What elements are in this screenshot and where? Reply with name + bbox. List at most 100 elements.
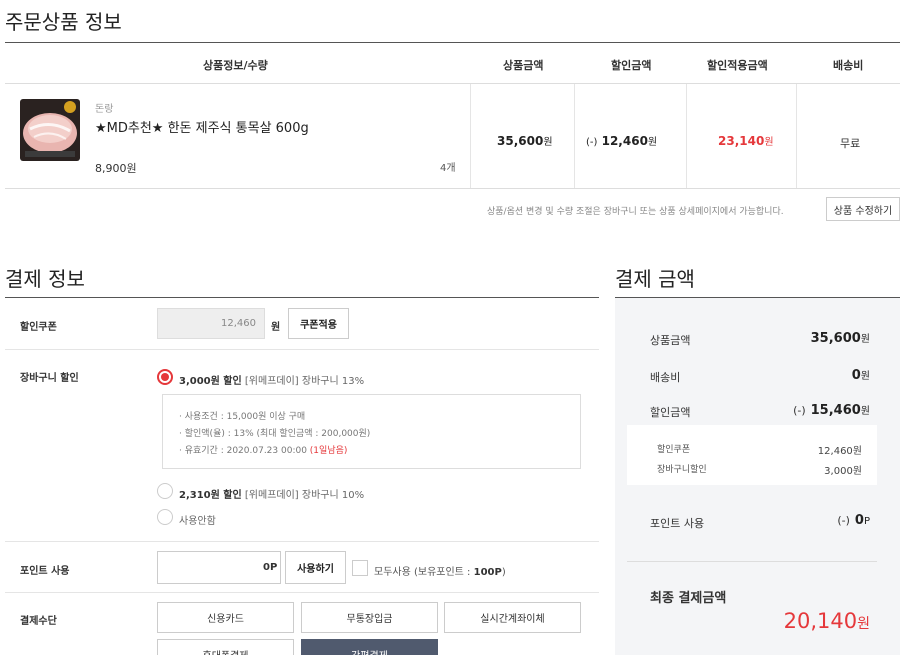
cart-discount-option2-label[interactable]: 2,310원 할인 [위메프데이] 장바구니 10% <box>179 486 364 501</box>
breakdown-coupon-label: 할인쿠폰 <box>657 445 691 455</box>
edit-notice-text: 상품/옵션 변경 및 수량 조절은 장바구니 또는 상품 상세페이지에서 가능합… <box>487 207 784 217</box>
points-label: 포인트 사용 <box>20 566 70 577</box>
header-applied: 할인적용금액 <box>707 59 768 72</box>
amount-points-value: (-) 0P <box>837 513 870 528</box>
product-applied-price: 23,140원 <box>718 133 774 148</box>
option1-amount: 3,000원 할인 <box>179 376 242 387</box>
row-divider <box>5 349 599 350</box>
header-discount: 할인금액 <box>611 59 652 72</box>
minus-prefix: (-) <box>793 404 806 417</box>
coupon-won-unit: 원 <box>271 322 281 333</box>
coupon-amount-field: 12,460 <box>157 308 265 339</box>
shipping-total: 0 <box>851 368 861 383</box>
product-price-value: 35,600 <box>497 134 544 148</box>
bank-deposit-button[interactable]: 무통장입금 <box>301 602 438 633</box>
won-unit: 원 <box>764 137 774 148</box>
points-unit: P <box>863 516 870 527</box>
won-unit: 원 <box>647 137 658 148</box>
product-discount: (-) 12,460원 <box>586 133 657 148</box>
product-applied-value: 23,140 <box>718 134 765 148</box>
cart-discount-none-radio[interactable] <box>157 509 173 525</box>
won-unit: 원 <box>860 334 870 345</box>
product-name-link[interactable]: ★MD추천★ 한돈 제주식 통목살 600g <box>95 117 309 136</box>
breakdown-coupon-value: 12,460원 <box>817 446 862 457</box>
payment-info-section: 할인쿠폰 12,460 원 쿠폰적용 장바구니 할인 3,000원 할인 [위메… <box>5 297 599 655</box>
use-all-close: ) <box>501 567 506 578</box>
coupon-conditions-box: · 사용조건 : 15,000원 이상 구매 · 할인액(율) : 13% (최… <box>162 394 581 469</box>
won-unit: 원 <box>860 371 870 382</box>
cart-discount-none-label[interactable]: 사용안함 <box>179 512 216 527</box>
discount-breakdown: 할인쿠폰 12,460원 장바구니할인 3,000원 <box>627 425 877 485</box>
amount-product-value: 35,600원 <box>811 330 870 346</box>
payment-amount-title: 결제 금액 <box>615 267 695 291</box>
option1-desc: [위메프데이] 장바구니 13% <box>241 376 365 387</box>
final-total: 20,140 <box>783 609 858 633</box>
validity-date: · 유효기간 : 2020.07.23 00:00 <box>179 446 310 456</box>
breakdown-cart-value: 3,000원 <box>824 466 862 477</box>
use-points-button[interactable]: 사용하기 <box>285 551 346 584</box>
points-input[interactable]: 0 <box>157 551 281 584</box>
row-divider <box>5 592 599 593</box>
column-divider <box>686 84 687 188</box>
amount-discount-value: (-) 15,460원 <box>793 402 870 418</box>
minus-prefix: (-) <box>837 514 850 527</box>
points-unit: P <box>270 562 278 573</box>
column-divider <box>470 84 471 188</box>
payment-amount-panel: 상품금액 35,600원 배송비 0원 할인금액 (-) 15,460원 할인쿠폰… <box>615 297 900 655</box>
header-shipping: 배송비 <box>833 59 864 72</box>
condition-discount-rate: · 할인액(율) : 13% (최대 할인금액 : 200,000원) <box>179 429 371 439</box>
product-quantity: 4개 <box>440 163 456 174</box>
product-thumbnail[interactable] <box>20 99 80 161</box>
product-price: 35,600원 <box>497 133 553 148</box>
header-product: 상품정보/수량 <box>203 59 268 72</box>
order-section-title: 주문상품 정보 <box>5 10 122 34</box>
use-all-points-label[interactable]: 모두사용 (보유포인트 : 100P) <box>374 563 506 578</box>
cart-discount-option1-label[interactable]: 3,000원 할인 [위메프데이] 장바구니 13% <box>179 372 364 387</box>
amount-shipping-value: 0원 <box>852 367 870 383</box>
amount-product-label: 상품금액 <box>650 334 691 347</box>
available-points: 100P <box>473 567 502 578</box>
bank-transfer-button[interactable]: 실시간계좌이체 <box>444 602 581 633</box>
header-price: 상품금액 <box>503 59 544 72</box>
column-divider <box>574 84 575 188</box>
mobile-payment-button[interactable]: 휴대폰결제 <box>157 639 294 655</box>
won-unit: 원 <box>860 406 870 417</box>
product-unit-price: 8,900원 <box>95 162 137 175</box>
coupon-label: 할인쿠폰 <box>20 322 57 333</box>
table-bottom-border <box>5 188 900 189</box>
easy-pay-button[interactable]: 간편결제 <box>301 639 438 655</box>
final-amount-label: 최종 결제금액 <box>650 591 727 606</box>
points-total: 0 <box>854 513 864 528</box>
credit-card-button[interactable]: 신용카드 <box>157 602 294 633</box>
table-header: 상품정보/수량 상품금액 할인금액 할인적용금액 배송비 <box>5 43 900 84</box>
product-shipping: 무료 <box>840 137 861 150</box>
cart-discount-option1-radio[interactable] <box>157 369 173 385</box>
product-discount-value: 12,460 <box>601 134 648 148</box>
edit-product-button[interactable]: 상품 수정하기 <box>826 197 900 221</box>
final-amount-value: 20,140원 <box>784 609 870 633</box>
breakdown-cart-label: 장바구니할인 <box>657 465 707 475</box>
condition-validity: · 유효기간 : 2020.07.23 00:00 (1일남음) <box>179 443 347 456</box>
discount-total: 15,460 <box>810 403 861 418</box>
row-divider <box>5 541 599 542</box>
amount-shipping-label: 배송비 <box>650 371 681 384</box>
cart-discount-option2-radio[interactable] <box>157 483 173 499</box>
amount-discount-label: 할인금액 <box>650 406 691 419</box>
option2-amount: 2,310원 할인 <box>179 490 242 501</box>
condition-min-purchase: · 사용조건 : 15,000원 이상 구매 <box>179 412 306 422</box>
minus-prefix: (-) <box>586 137 598 148</box>
option2-desc: [위메프데이] 장바구니 10% <box>241 490 365 501</box>
payment-info-title: 결제 정보 <box>5 267 85 291</box>
payment-method-label: 결제수단 <box>20 616 57 627</box>
use-all-text: 모두사용 (보유포인트 : <box>374 567 474 578</box>
use-all-points-checkbox[interactable] <box>352 560 368 576</box>
amount-divider <box>627 561 877 562</box>
order-product-table: 상품정보/수량 상품금액 할인금액 할인적용금액 배송비 돈랑 ★MD추천★ 한… <box>5 42 900 189</box>
apply-coupon-button[interactable]: 쿠폰적용 <box>288 308 349 339</box>
product-category: 돈랑 <box>95 104 114 115</box>
won-unit: 원 <box>857 616 870 632</box>
days-left: (1일남음) <box>309 446 348 456</box>
product-total: 35,600 <box>810 331 861 346</box>
cart-discount-label: 장바구니 할인 <box>20 373 79 384</box>
won-unit: 원 <box>543 137 553 148</box>
